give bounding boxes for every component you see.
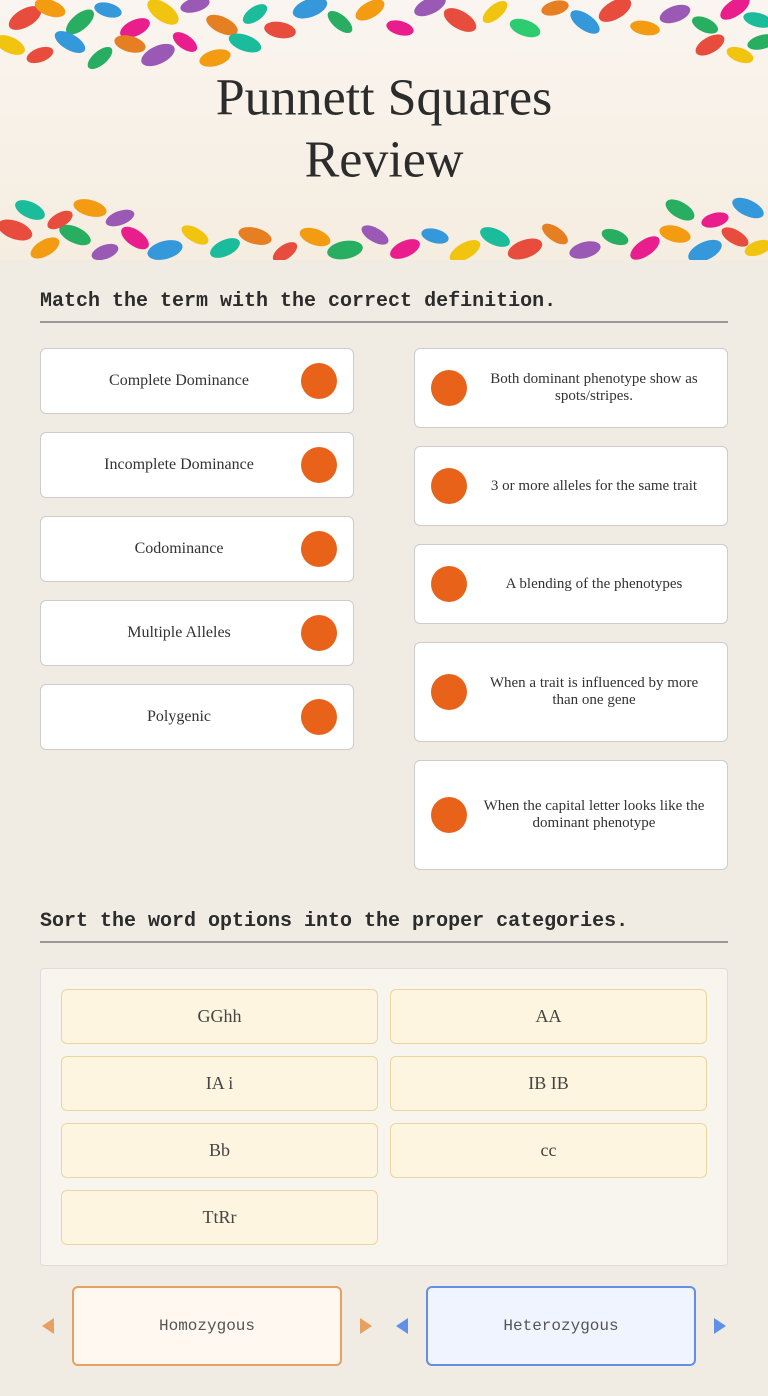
term-label-5: Polygenic	[57, 708, 301, 726]
def-circle-4[interactable]	[431, 674, 467, 710]
word-chip-2[interactable]: AA	[390, 989, 707, 1044]
category-section: Homozygous Heterozygous	[40, 1286, 728, 1366]
term-circle-3[interactable]	[301, 531, 337, 567]
term-label-1: Complete Dominance	[57, 372, 301, 390]
word-label-2: AA	[536, 1006, 562, 1026]
header-banner: Punnett Squares Review	[0, 0, 768, 260]
orange-arrow-right-icon	[350, 1314, 374, 1338]
term-circle-1[interactable]	[301, 363, 337, 399]
def-card-2[interactable]: 3 or more alleles for the same trait	[414, 446, 728, 526]
word-label-7: TtRr	[203, 1207, 237, 1227]
def-card-1[interactable]: Both dominant phenotype show as spots/st…	[414, 348, 728, 428]
blue-arrow-right-icon	[704, 1314, 728, 1338]
def-text-2: 3 or more alleles for the same trait	[477, 478, 711, 495]
sort-section-title: Sort the word options into the proper ca…	[40, 910, 728, 933]
term-card-4[interactable]: Multiple Alleles	[40, 600, 354, 666]
term-circle-4[interactable]	[301, 615, 337, 651]
category-label-1: Homozygous	[159, 1317, 255, 1335]
matching-area: Complete Dominance Incomplete Dominance …	[40, 348, 728, 870]
def-circle-5[interactable]	[431, 797, 467, 833]
page-title: Punnett Squares Review	[216, 68, 553, 193]
term-label-4: Multiple Alleles	[57, 624, 301, 642]
word-label-5: Bb	[209, 1140, 230, 1160]
def-circle-3[interactable]	[431, 566, 467, 602]
blue-arrow-left-icon	[394, 1314, 418, 1338]
word-label-3: IA i	[206, 1073, 234, 1093]
orange-arrow-left-icon	[40, 1314, 64, 1338]
term-circle-2[interactable]	[301, 447, 337, 483]
title-line1: Punnett Squares	[216, 70, 553, 127]
def-circle-2[interactable]	[431, 468, 467, 504]
word-chip-1[interactable]: GGhh	[61, 989, 378, 1044]
term-card-3[interactable]: Codominance	[40, 516, 354, 582]
def-card-4[interactable]: When a trait is influenced by more than …	[414, 642, 728, 742]
def-text-5: When the capital letter looks like the d…	[477, 798, 711, 832]
word-chip-7[interactable]: TtRr	[61, 1190, 378, 1245]
sort-section: Sort the word options into the proper ca…	[40, 910, 728, 1366]
word-chip-3[interactable]: IA i	[61, 1056, 378, 1111]
match-divider	[40, 321, 728, 323]
terms-column: Complete Dominance Incomplete Dominance …	[40, 348, 354, 870]
word-label-6: cc	[541, 1140, 557, 1160]
word-label-1: GGhh	[198, 1006, 242, 1026]
term-card-1[interactable]: Complete Dominance	[40, 348, 354, 414]
title-line2: Review	[305, 132, 464, 189]
main-content: Match the term with the correct definiti…	[0, 260, 768, 1396]
def-text-1: Both dominant phenotype show as spots/st…	[477, 371, 711, 405]
word-label-4: IB IB	[528, 1073, 569, 1093]
word-chip-6[interactable]: cc	[390, 1123, 707, 1178]
term-circle-5[interactable]	[301, 699, 337, 735]
def-card-5[interactable]: When the capital letter looks like the d…	[414, 760, 728, 870]
def-text-4: When a trait is influenced by more than …	[477, 675, 711, 709]
term-label-3: Codominance	[57, 540, 301, 558]
def-text-3: A blending of the phenotypes	[477, 576, 711, 593]
match-section-title: Match the term with the correct definiti…	[40, 290, 728, 313]
header-title-container: Punnett Squares Review	[216, 68, 553, 193]
category-box-homozygous[interactable]: Homozygous	[72, 1286, 342, 1366]
word-chip-4[interactable]: IB IB	[390, 1056, 707, 1111]
sort-divider	[40, 941, 728, 943]
word-grid: GGhh AA IA i IB IB Bb cc TtRr	[40, 968, 728, 1266]
definitions-column: Both dominant phenotype show as spots/st…	[414, 348, 728, 870]
term-card-2[interactable]: Incomplete Dominance	[40, 432, 354, 498]
category-box-heterozygous[interactable]: Heterozygous	[426, 1286, 696, 1366]
def-card-3[interactable]: A blending of the phenotypes	[414, 544, 728, 624]
word-chip-5[interactable]: Bb	[61, 1123, 378, 1178]
term-card-5[interactable]: Polygenic	[40, 684, 354, 750]
term-label-2: Incomplete Dominance	[57, 456, 301, 474]
category-label-2: Heterozygous	[503, 1317, 618, 1335]
def-circle-1[interactable]	[431, 370, 467, 406]
